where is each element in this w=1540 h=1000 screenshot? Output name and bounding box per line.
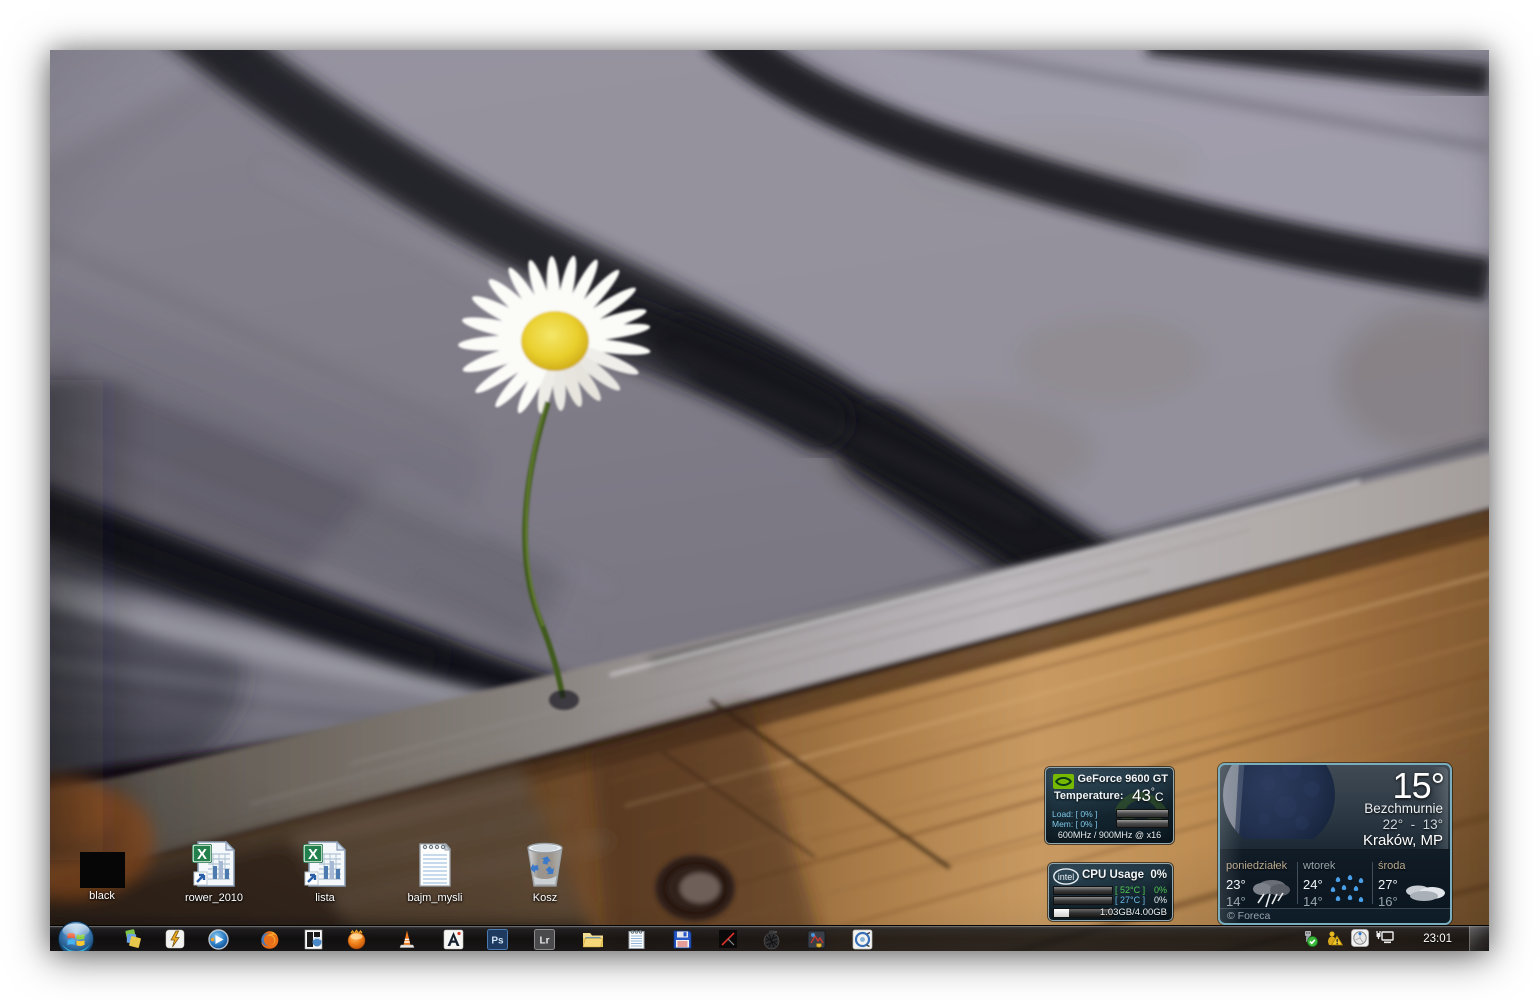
svg-text:Ps: Ps	[491, 936, 504, 947]
svg-text:X: X	[308, 846, 318, 863]
svg-text:X: X	[197, 846, 207, 863]
svg-text:intel: intel	[1058, 872, 1075, 882]
svg-text:Lr: Lr	[540, 936, 550, 947]
